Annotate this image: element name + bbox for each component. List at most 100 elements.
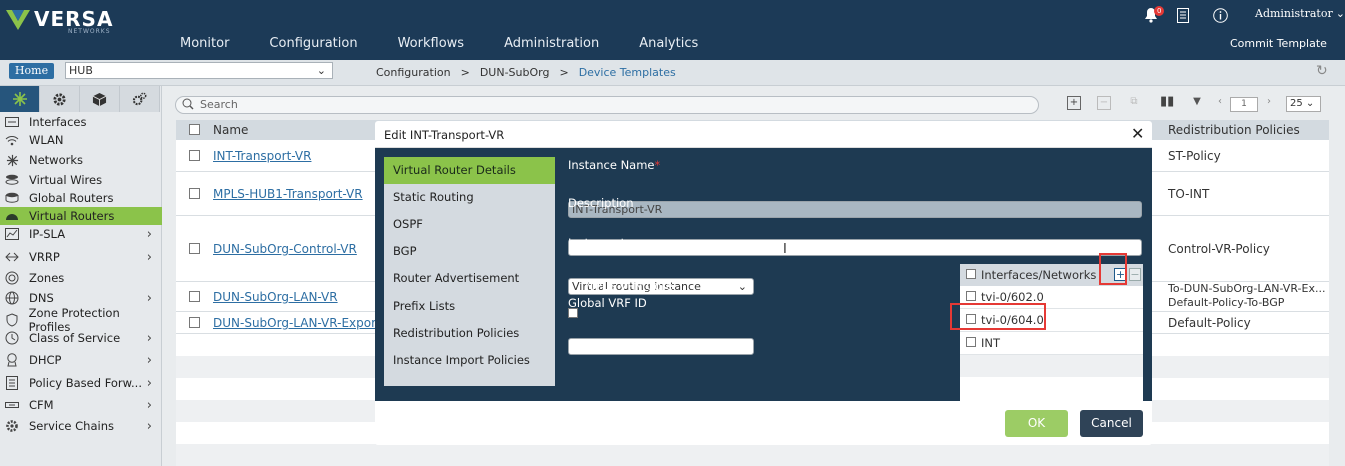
row-policy: ST-Policy: [1168, 149, 1221, 163]
sidebar-item-wlan[interactable]: WLAN: [0, 131, 162, 149]
close-icon[interactable]: ✕: [1131, 124, 1144, 143]
dialog-tab-redistribution-policies[interactable]: Redistribution Policies: [384, 320, 555, 347]
tab-objects[interactable]: [80, 86, 120, 112]
global-vrf-id-field[interactable]: [568, 338, 754, 355]
sidebar-item-vrrp[interactable]: VRRP ›: [0, 248, 162, 266]
chevron-right-icon[interactable]: ›: [1262, 96, 1276, 110]
search-placeholder: Search: [200, 98, 238, 111]
ok-button[interactable]: OK: [1005, 410, 1068, 437]
interface-checkbox[interactable]: [966, 337, 976, 347]
row-checkbox[interactable]: [189, 317, 200, 328]
interfaces-header-label: Interfaces/Networks: [981, 268, 1097, 282]
empty-row: [960, 355, 1143, 377]
nav-monitor[interactable]: Monitor: [180, 34, 229, 54]
columns-icon[interactable]: ▮▮: [1160, 95, 1174, 110]
add-icon[interactable]: +: [1067, 96, 1081, 110]
nav-configuration[interactable]: Configuration: [269, 34, 357, 54]
copy-icon[interactable]: ⧉: [1127, 96, 1141, 110]
sla-icon: [4, 227, 20, 241]
commit-template-link[interactable]: Commit Template: [1230, 37, 1327, 50]
dialog-tab-virtual-router-details[interactable]: Virtual Router Details: [384, 157, 555, 184]
breadcrumb-separator: >: [559, 66, 569, 79]
sidebar-item-dhcp[interactable]: DHCP ›: [0, 351, 162, 369]
sidebar-item-virtual-routers[interactable]: Virtual Routers: [0, 207, 162, 225]
tab-services[interactable]: [120, 86, 160, 112]
sidebar-item-label: Global Routers: [29, 191, 114, 205]
tab-settings[interactable]: [40, 86, 80, 112]
row-name-link[interactable]: INT-Transport-VR: [213, 149, 311, 163]
breadcrumb-item[interactable]: Configuration: [376, 66, 451, 79]
instance-type-label: Instance type: [568, 236, 647, 250]
sidebar-item-label: Policy Based Forw...: [29, 376, 142, 390]
instance-name-label: Instance Name*: [568, 158, 661, 172]
filter-icon[interactable]: ▼: [1190, 96, 1204, 110]
info-icon[interactable]: [1213, 4, 1229, 24]
row-checkbox[interactable]: [189, 188, 200, 199]
notifications-bell-icon[interactable]: 0: [1144, 4, 1166, 24]
row-checkbox[interactable]: [189, 291, 200, 302]
interface-row[interactable]: INT: [960, 332, 1143, 355]
user-menu[interactable]: Administrator ⌄: [1255, 7, 1345, 20]
versa-logo[interactable]: VERSA NETWORKS: [4, 4, 124, 38]
breadcrumb: Configuration > DUN-SubOrg > Device Temp…: [376, 66, 676, 79]
sidebar-item-label: WLAN: [29, 133, 64, 147]
highlight-box: [1099, 253, 1127, 285]
wires-icon: [4, 173, 20, 187]
breadcrumb-current: Device Templates: [578, 66, 676, 79]
row-name-link[interactable]: DUN-SubOrg-LAN-VR-Export: [213, 316, 381, 330]
organization-select[interactable]: HUB ⌄: [65, 62, 333, 79]
row-name-link[interactable]: DUN-SubOrg-Control-VR: [213, 242, 357, 256]
nav-administration[interactable]: Administration: [504, 34, 599, 54]
sidebar-item-label: Virtual Routers: [29, 209, 115, 223]
dialog-tab-static-routing[interactable]: Static Routing: [384, 184, 555, 211]
search-input[interactable]: Search: [175, 96, 1039, 114]
router-icon: [4, 209, 20, 223]
row-checkbox[interactable]: [189, 150, 200, 161]
sidebar-item-ip-sla[interactable]: IP-SLA ›: [0, 225, 162, 243]
nav-analytics[interactable]: Analytics: [639, 34, 698, 54]
row-name-link[interactable]: DUN-SubOrg-LAN-VR: [213, 290, 338, 304]
document-icon[interactable]: [1177, 4, 1191, 24]
remove-interface-button[interactable]: −: [1129, 268, 1141, 281]
tab-networking[interactable]: [0, 86, 40, 112]
chevron-down-icon: ⌄: [1335, 7, 1345, 20]
remove-icon[interactable]: −: [1097, 96, 1111, 110]
sidebar-item-networks[interactable]: Networks: [0, 151, 162, 169]
home-button[interactable]: Home: [9, 63, 54, 79]
refresh-icon[interactable]: ↻: [1316, 63, 1328, 79]
sidebar-item-label: CFM: [29, 398, 54, 412]
sidebar-item-zones[interactable]: Zones: [0, 269, 162, 287]
nav-workflows[interactable]: Workflows: [398, 34, 464, 54]
sidebar-item-global-routers[interactable]: Global Routers: [0, 189, 162, 207]
chevron-left-icon[interactable]: ‹: [1213, 96, 1227, 110]
zones-icon: [4, 271, 20, 285]
row-name-link[interactable]: MPLS-HUB1-Transport-VR: [213, 187, 363, 201]
breadcrumb-item[interactable]: DUN-SubOrg: [480, 66, 550, 79]
dialog-tab-bgp[interactable]: BGP: [384, 238, 555, 265]
sidebar-item-cfm[interactable]: CFM ›: [0, 396, 162, 414]
cancel-button[interactable]: Cancel: [1080, 410, 1143, 437]
instance-name-field[interactable]: INT-Transport-VR: [568, 201, 1142, 218]
dialog-tab-ospf[interactable]: OSPF: [384, 211, 555, 238]
page-size-select[interactable]: 25 ⌄: [1286, 96, 1321, 112]
description-field[interactable]: [568, 239, 1142, 256]
select-all-interfaces-checkbox[interactable]: [966, 269, 976, 279]
sidebar-item-virtual-wires[interactable]: Virtual Wires: [0, 171, 162, 189]
network-icon: [4, 153, 20, 167]
row-checkbox[interactable]: [189, 243, 200, 254]
select-all-checkbox[interactable]: [189, 124, 200, 135]
sidebar-item-dns[interactable]: DNS ›: [0, 289, 162, 307]
top-bar: VERSA NETWORKS 0 Administrator ⌄ Monitor …: [0, 0, 1345, 60]
dialog-body: Virtual Router Details Static Routing OS…: [375, 148, 1152, 415]
interface-checkbox[interactable]: [966, 291, 976, 301]
sidebar-item-class-of-service[interactable]: Class of Service ›: [0, 329, 162, 347]
sidebar-item-interfaces[interactable]: Interfaces: [0, 113, 162, 131]
dialog-tab-instance-import-policies[interactable]: Instance Import Policies: [384, 347, 555, 374]
dialog-tab-router-advertisement[interactable]: Router Advertisement: [384, 265, 555, 292]
sidebar-item-zone-protection-profiles[interactable]: Zone Protection Profiles: [0, 306, 162, 334]
dialog-tab-prefix-lists[interactable]: Prefix Lists: [384, 293, 555, 320]
mpls-vpn-core-label: MPLS VPN Core: [585, 279, 673, 293]
page-number-input[interactable]: 1: [1230, 97, 1258, 112]
sidebar-item-service-chains[interactable]: Service Chains ›: [0, 417, 162, 435]
sidebar-item-policy-based-forwarding[interactable]: Policy Based Forw... ›: [0, 374, 162, 392]
